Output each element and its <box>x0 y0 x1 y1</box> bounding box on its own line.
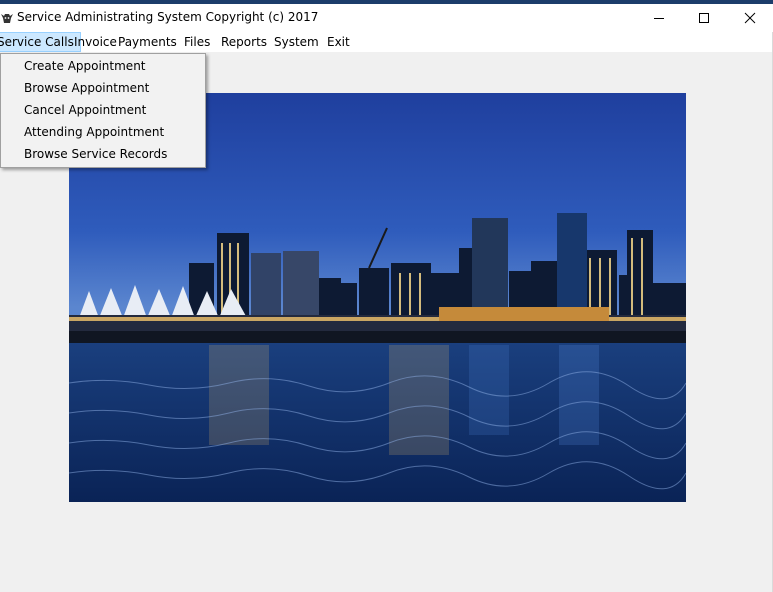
minimize-icon <box>654 18 664 19</box>
close-button[interactable] <box>727 4 773 32</box>
bull-head-icon <box>1 14 13 23</box>
menu-files[interactable]: Files <box>178 33 216 51</box>
close-icon <box>744 12 756 24</box>
menu-browse-service-records[interactable]: Browse Service Records <box>24 144 167 164</box>
maximize-button[interactable] <box>681 4 727 32</box>
maximize-icon <box>699 13 709 23</box>
menu-system[interactable]: System <box>268 33 325 51</box>
window-title: Service Administrating System Copyright … <box>17 10 319 24</box>
menu-create-appointment[interactable]: Create Appointment <box>24 56 146 76</box>
minimize-button[interactable] <box>636 4 682 32</box>
service-calls-dropdown: Create Appointment Browse Appointment Ca… <box>0 53 206 168</box>
menu-bar: Service Calls Invoice Payments Files Rep… <box>0 32 773 52</box>
menu-payments[interactable]: Payments <box>112 33 183 51</box>
menu-attending-appointment[interactable]: Attending Appointment <box>24 122 164 142</box>
menu-exit[interactable]: Exit <box>321 33 356 51</box>
menu-browse-appointment[interactable]: Browse Appointment <box>24 78 149 98</box>
menu-cancel-appointment[interactable]: Cancel Appointment <box>24 100 146 120</box>
menu-reports[interactable]: Reports <box>215 33 273 51</box>
title-bar[interactable]: Service Administrating System Copyright … <box>0 4 773 32</box>
